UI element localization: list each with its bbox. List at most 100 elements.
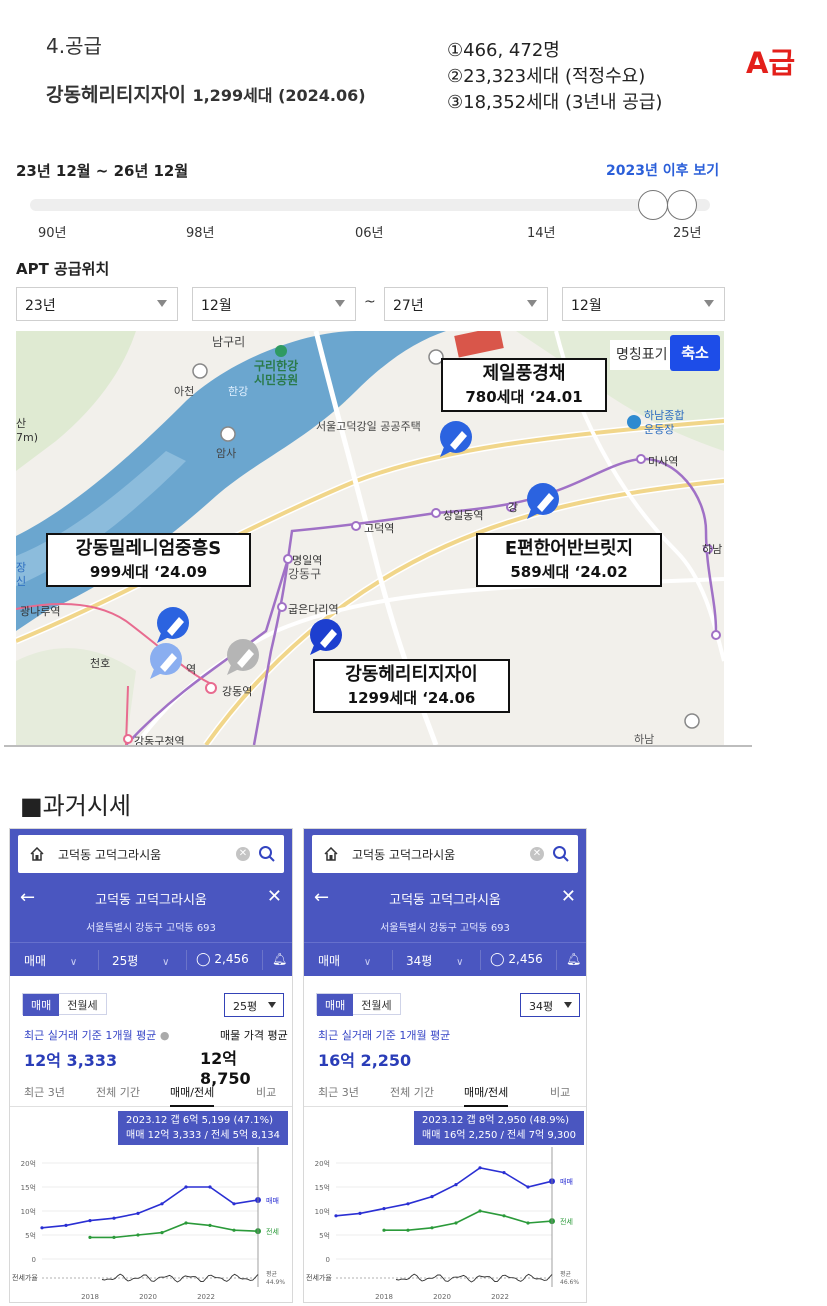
map-label: 7m) xyxy=(16,431,39,444)
search-icon[interactable] xyxy=(552,845,570,863)
chevron-down-icon xyxy=(157,300,167,307)
avg-value: 12억 3,333 xyxy=(24,1051,118,1070)
chart-tooltip: 2023.12 갭 8억 2,950 (48.9%) 매매 16억 2,250 … xyxy=(414,1111,584,1145)
map-label: 신 xyxy=(16,575,27,588)
data-point xyxy=(454,1221,458,1225)
close-icon[interactable]: ✕ xyxy=(561,886,576,907)
toggle-rent[interactable]: 전월세 xyxy=(353,994,399,1016)
tab-compare[interactable]: 비교 xyxy=(256,1084,276,1100)
start-year-select[interactable]: 23년 xyxy=(16,287,178,321)
end-month-select[interactable]: 12월 xyxy=(562,287,725,321)
price-card-25: 고덕동 고덕그라시움 ✕ ← 고덕동 고덕그라시움 ✕ 서울특별시 강동구 고덕… xyxy=(9,828,293,1303)
address: 서울특별시 강동구 고덕동 693 xyxy=(380,923,510,934)
tab-all[interactable]: 전체 기간 xyxy=(390,1084,434,1100)
ratio-avg-label: 평균 xyxy=(266,1270,278,1278)
price-chart[interactable]: 20억 15억 10억 5억 0 2018 2020 2022 매매전세전세가율 평균44.9% xyxy=(10,1147,293,1303)
avg-label: 최근 실거래 기준 1개월 평균 ● xyxy=(24,1029,170,1042)
tool-row: 매매 ∨ 34평 ∨ ◯ 2,456 🔔︎ xyxy=(304,942,586,976)
map-label: 상일동역 xyxy=(443,509,484,522)
trade-type-select[interactable]: 매매 ∨ xyxy=(318,952,371,969)
series-label: 전세 xyxy=(560,1217,573,1226)
data-point xyxy=(88,1235,92,1239)
search-input[interactable]: 고덕동 고덕그라시움 ✕ xyxy=(18,835,284,873)
range-separator: ~ xyxy=(364,294,376,310)
complex-detail: 1,299세대 (2024.06) xyxy=(192,86,366,105)
y-tick-label: 0 xyxy=(32,1256,36,1264)
chevron-down-icon xyxy=(527,300,537,307)
year-slider-track[interactable] xyxy=(30,199,710,211)
complex-title: 고덕동 고덕그라시움 xyxy=(95,893,207,908)
ratio-label: 전세가율 xyxy=(12,1273,38,1282)
data-point xyxy=(160,1202,164,1206)
tab-recent-3y[interactable]: 최근 3년 xyxy=(24,1084,65,1100)
bell-icon[interactable]: 🔔︎ xyxy=(566,952,581,966)
slider-handle-start[interactable] xyxy=(638,190,668,220)
search-input[interactable]: 고덕동 고덕그라시움 ✕ xyxy=(312,835,578,873)
data-point xyxy=(112,1216,116,1220)
search-icon[interactable] xyxy=(258,845,276,863)
size-select[interactable]: 34평 ∨ xyxy=(406,952,463,969)
close-icon[interactable]: ✕ xyxy=(267,886,282,907)
past-prices-title: ■과거시세 xyxy=(20,792,131,820)
tab-sale-jeonse[interactable]: 매매/전세 xyxy=(464,1084,509,1107)
tab-sale-jeonse[interactable]: 매매/전세 xyxy=(170,1084,215,1107)
series-label: 매매 xyxy=(560,1178,573,1186)
toggle-sale[interactable]: 매매 xyxy=(23,994,60,1016)
size-dropdown[interactable]: 25평 xyxy=(224,993,284,1017)
y-tick-label: 5억 xyxy=(25,1232,36,1240)
section-title: 4.공급 xyxy=(46,34,102,58)
trade-toggle[interactable]: 매매 전월세 xyxy=(316,993,401,1016)
comments-button[interactable]: ◯ 2,456 xyxy=(196,952,249,967)
map-label: 광나루역 xyxy=(20,605,61,618)
data-point xyxy=(208,1223,212,1227)
tab-all[interactable]: 전체 기간 xyxy=(96,1084,140,1100)
toggle-rent[interactable]: 전월세 xyxy=(59,994,105,1016)
comment-icon: ◯ xyxy=(490,952,505,967)
data-point xyxy=(136,1211,140,1215)
data-point xyxy=(526,1221,530,1225)
chevron-down-icon: ∨ xyxy=(456,957,464,968)
card-header: 고덕동 고덕그라시움 ✕ ← 고덕동 고덕그라시움 ✕ 서울특별시 강동구 고덕… xyxy=(10,829,292,976)
chevron-down-icon xyxy=(564,1002,572,1008)
data-point xyxy=(382,1207,386,1211)
tab-recent-3y[interactable]: 최근 3년 xyxy=(318,1084,359,1100)
slider-handle-end[interactable] xyxy=(667,190,697,220)
collapse-button[interactable]: 축소 xyxy=(670,335,720,371)
period-label: 23년 12월 ~ 26년 12월 xyxy=(16,162,189,180)
tab-compare[interactable]: 비교 xyxy=(550,1084,570,1100)
data-point xyxy=(160,1231,164,1235)
data-point xyxy=(112,1235,116,1239)
y-tick-label: 10억 xyxy=(315,1208,330,1216)
show-names-button[interactable]: 명칭표기 xyxy=(610,340,674,370)
clear-icon[interactable]: ✕ xyxy=(236,847,250,861)
start-month-select[interactable]: 12월 xyxy=(192,287,356,321)
map-label: 구리한강 시민공원 xyxy=(254,359,299,387)
size-select[interactable]: 25평 ∨ xyxy=(112,952,169,969)
trade-toggle[interactable]: 매매 전월세 xyxy=(22,993,107,1016)
x-tick-label: 2018 xyxy=(81,1293,99,1301)
start-year-value: 23년 xyxy=(25,298,56,314)
size-dropdown[interactable]: 34평 xyxy=(520,993,580,1017)
bell-icon[interactable]: 🔔︎ xyxy=(272,952,287,966)
callout-jeil: 제일풍경채 780세대 ‘24.01 xyxy=(441,358,607,412)
grade-label: A급 xyxy=(746,46,796,80)
data-point xyxy=(406,1228,410,1232)
clear-icon[interactable]: ✕ xyxy=(530,847,544,861)
map-label: 하남 xyxy=(702,543,723,556)
y-tick-label: 20억 xyxy=(21,1160,36,1168)
data-point xyxy=(430,1195,434,1199)
y-tick-label: 0 xyxy=(326,1256,330,1264)
callout-detail: 589세대 ‘24.02 xyxy=(510,563,628,581)
comments-button[interactable]: ◯ 2,456 xyxy=(490,952,543,967)
y-tick-label: 10억 xyxy=(21,1208,36,1216)
end-year-select[interactable]: 27년 xyxy=(384,287,548,321)
map-label: 강 xyxy=(508,501,519,514)
trade-type-select[interactable]: 매매 ∨ xyxy=(24,952,77,969)
ratio-label: 전세가율 xyxy=(306,1273,332,1282)
search-text: 고덕동 고덕그라시움 xyxy=(58,848,162,862)
toggle-sale[interactable]: 매매 xyxy=(317,994,354,1016)
nav-row: ← 고덕동 고덕그라시움 ✕ xyxy=(10,881,292,915)
price-chart[interactable]: 20억 15억 10억 5억 0 2018 2020 2022 매매전세전세가율 평균46.6% xyxy=(304,1147,587,1303)
since-2023-link[interactable]: 2023년 이후 보기 xyxy=(606,160,719,180)
data-point xyxy=(232,1228,236,1232)
